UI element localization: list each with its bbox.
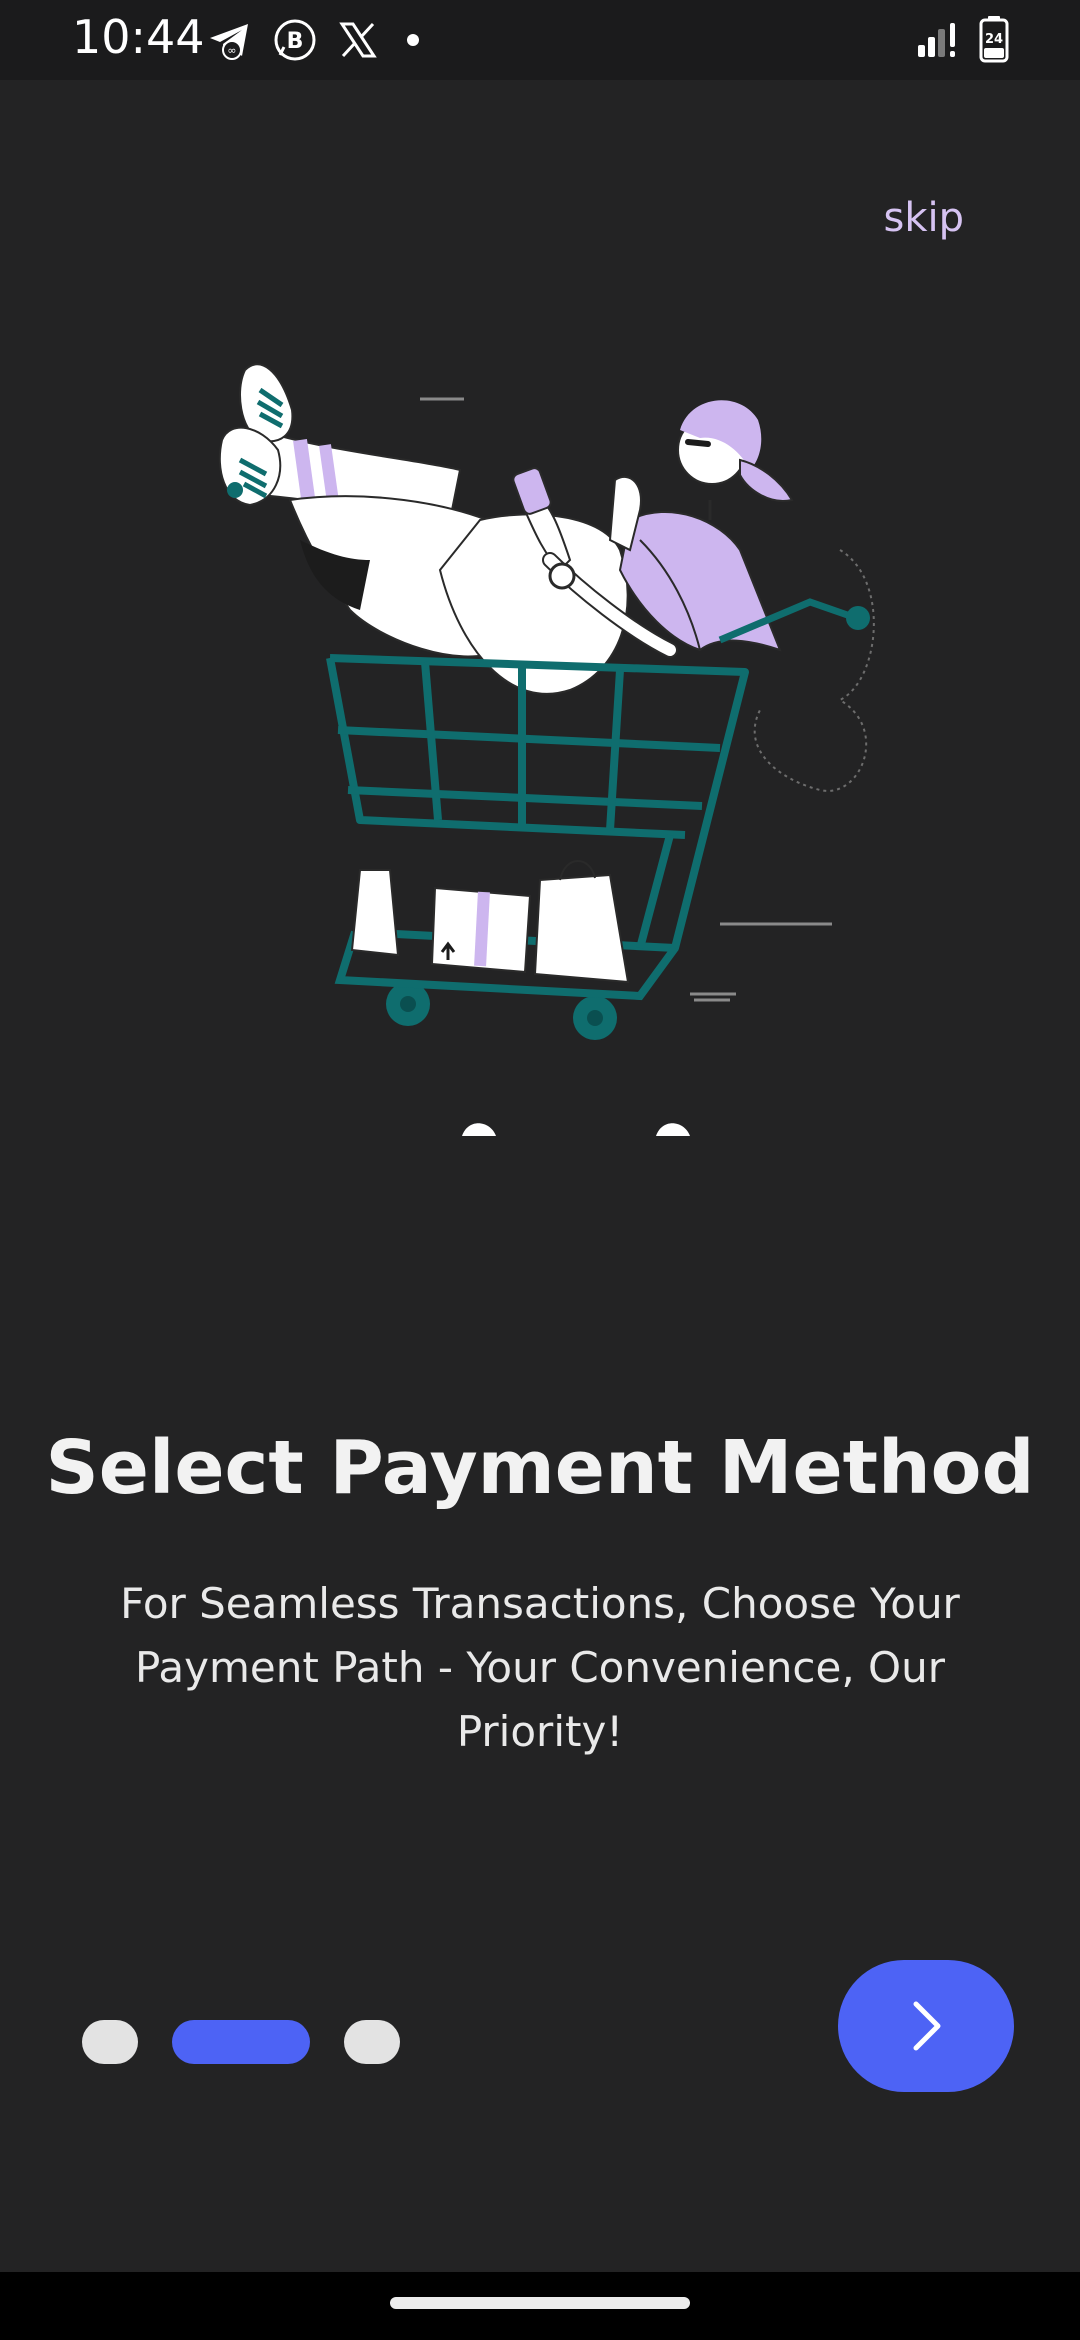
battery-level: 24 [985,32,1003,47]
next-button[interactable] [838,1960,1014,2092]
onboarding-screen: 10:44 ∞ B 24 skip Select Payment Method … [0,0,1080,2340]
notification-dot-icon [407,34,419,46]
page-dot-2-active [172,2020,310,2064]
motion-swoosh [753,549,875,792]
page-description: For Seamless Transactions, Choose Your P… [120,1579,960,1756]
skip-button[interactable]: skip [883,195,964,241]
svg-text:B: B [287,29,304,54]
signal-icon [918,23,955,57]
status-icons-left: ∞ B [206,16,428,64]
page-dot-1 [82,2020,138,2064]
status-icons-right: 24 [916,14,1010,64]
chevron-right-icon [913,2001,941,2051]
page-dot-3 [344,2020,400,2064]
status-bar: 10:44 ∞ B 24 [0,0,1080,80]
x-icon [339,22,377,58]
home-indicator[interactable] [390,2297,690,2309]
battery-icon: 24 [979,16,1009,63]
page-indicator [82,2020,400,2064]
business-chat-icon: B [274,19,316,61]
woman-in-shopping-cart-illustration [218,363,875,1136]
svg-text:∞: ∞ [227,44,236,57]
page-title: Select Payment Method [45,1425,1035,1511]
status-time: 10:44 [72,10,205,64]
telegram-icon: ∞ [210,24,248,60]
